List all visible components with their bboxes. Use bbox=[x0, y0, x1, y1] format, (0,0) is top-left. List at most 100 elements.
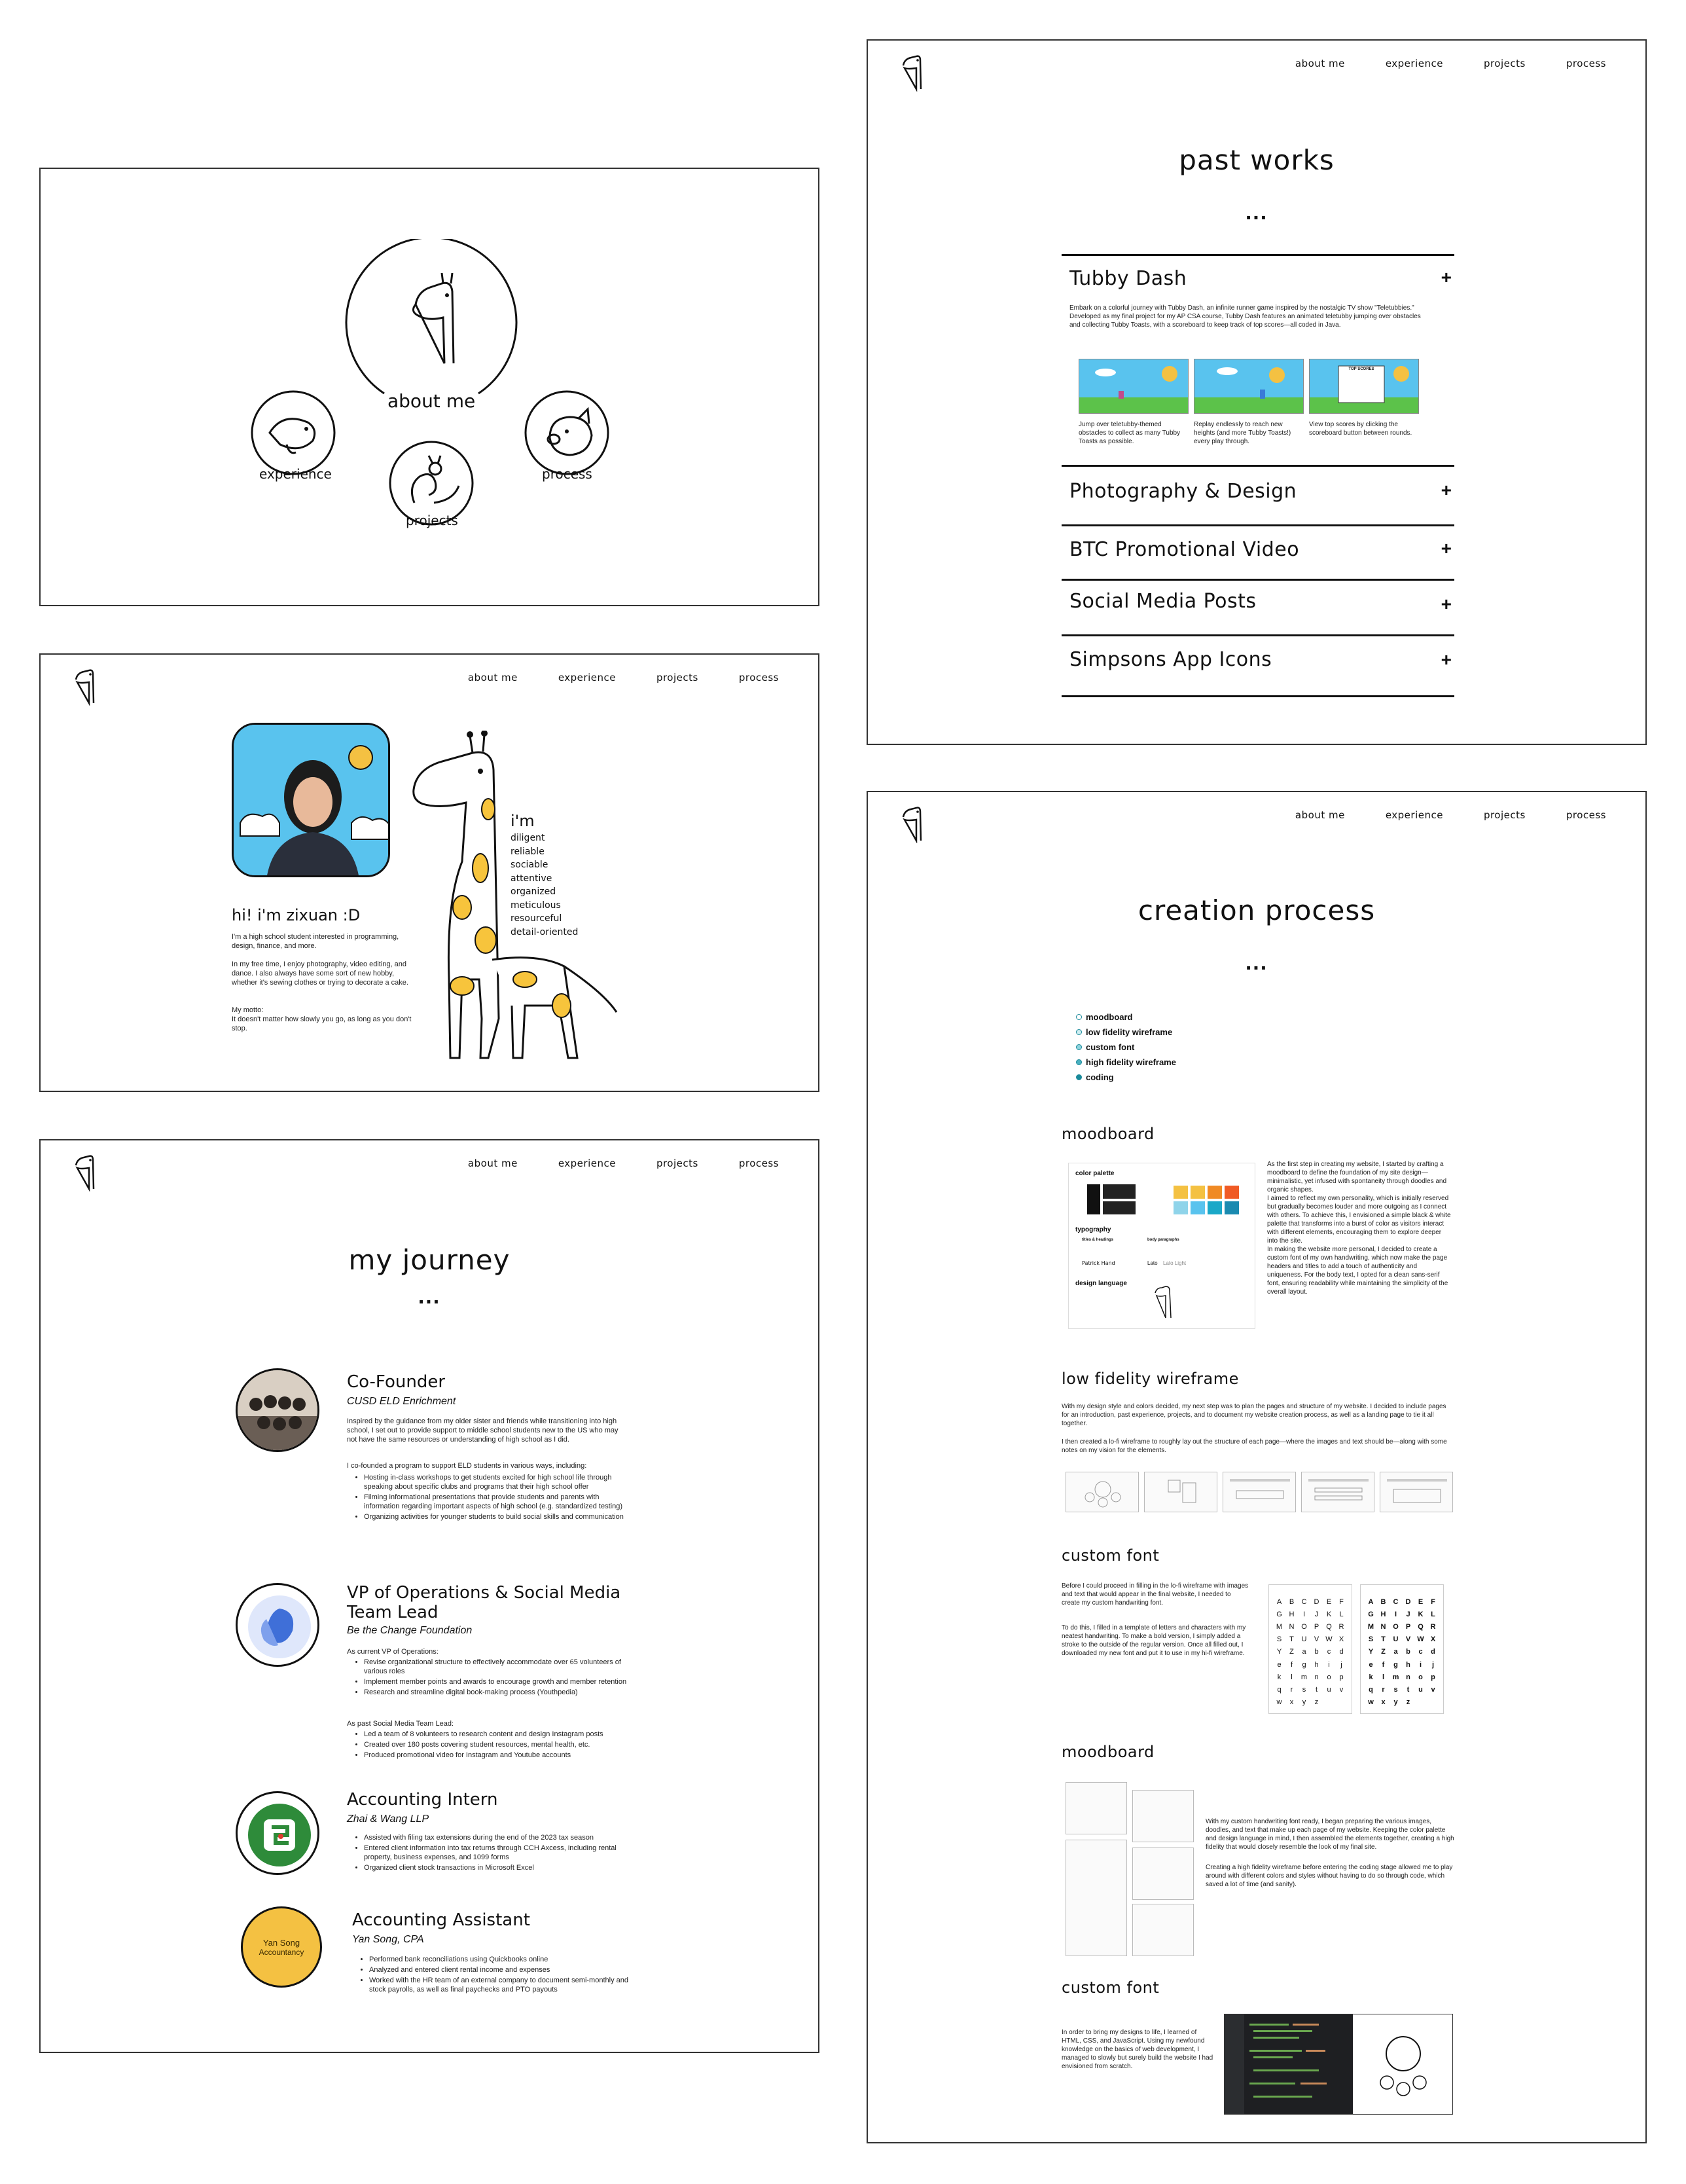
expand-plus-icon[interactable]: + bbox=[1441, 480, 1452, 501]
journey-dots: ... bbox=[418, 1284, 441, 1309]
hifi-thumb[interactable] bbox=[1132, 1904, 1194, 1956]
journey-title: my journey bbox=[348, 1244, 511, 1276]
nav-experience[interactable]: experience bbox=[1386, 809, 1443, 821]
screenshot-caption: Replay endlessly to reach new heights (a… bbox=[1194, 421, 1291, 445]
expand-plus-icon[interactable]: + bbox=[1441, 594, 1452, 615]
accordion-title[interactable]: Simpsons App Icons bbox=[1069, 648, 1272, 671]
tubby-screenshot bbox=[1194, 359, 1304, 414]
glyph-cell: K bbox=[1418, 1611, 1424, 1619]
nav-process[interactable]: process bbox=[739, 1157, 779, 1169]
glyph-cell: Q bbox=[1418, 1623, 1424, 1631]
hifi-thumb[interactable] bbox=[1066, 1782, 1127, 1834]
process-link[interactable] bbox=[524, 390, 610, 476]
giraffe-logo-icon[interactable] bbox=[73, 1152, 103, 1192]
giraffe-logo-icon[interactable] bbox=[901, 804, 931, 843]
glyph-cell: m bbox=[1392, 1673, 1399, 1681]
expand-plus-icon[interactable]: + bbox=[1441, 267, 1452, 288]
glyph-cell: u bbox=[1418, 1685, 1423, 1694]
nav-process[interactable]: process bbox=[739, 672, 779, 683]
nav-about[interactable]: about me bbox=[1295, 58, 1345, 69]
glyph-cell: F bbox=[1339, 1598, 1344, 1606]
nav-experience[interactable]: experience bbox=[558, 1157, 616, 1169]
nav-projects[interactable]: projects bbox=[1484, 809, 1526, 821]
accordion-title[interactable]: Photography & Design bbox=[1069, 480, 1297, 503]
tubby-screenshot bbox=[1079, 359, 1189, 414]
glyph-cell: h bbox=[1406, 1660, 1410, 1669]
accordion-item-social-media[interactable]: Social Media Posts + bbox=[1062, 581, 1454, 634]
nav-about[interactable]: about me bbox=[1295, 809, 1345, 821]
trait: resourceful bbox=[511, 913, 562, 924]
entry-role: VP of Operations & Social Media Team Lea… bbox=[347, 1583, 621, 1622]
nav-projects[interactable]: projects bbox=[656, 672, 698, 683]
about-me-link[interactable] bbox=[345, 236, 518, 412]
giraffe-logo-icon[interactable] bbox=[73, 666, 103, 706]
glyph-cell: s bbox=[1302, 1685, 1306, 1694]
glyph-cell: r bbox=[1290, 1685, 1293, 1694]
glyph-cell: H bbox=[1289, 1611, 1295, 1619]
toc-item[interactable]: high fidelity wireframe bbox=[1076, 1055, 1176, 1070]
glyph-cell: n bbox=[1314, 1673, 1319, 1681]
glyph-cell: h bbox=[1314, 1660, 1319, 1669]
nav-projects[interactable]: projects bbox=[1484, 58, 1526, 69]
accordion-item-simpsons[interactable]: Simpsons App Icons + bbox=[1062, 636, 1454, 695]
toc-item[interactable]: moodboard bbox=[1076, 1010, 1176, 1025]
giraffe-logo-icon[interactable] bbox=[901, 52, 931, 92]
hifi-thumb[interactable] bbox=[1132, 1847, 1194, 1900]
expand-plus-icon[interactable]: + bbox=[1441, 649, 1452, 670]
wireframe-thumb[interactable] bbox=[1066, 1472, 1139, 1512]
top-nav: about me experience projects process bbox=[41, 655, 818, 727]
nav-projects[interactable]: projects bbox=[656, 1157, 698, 1169]
accordion-item-tubby-dash[interactable]: Tubby Dash + Embark on a colorful journe… bbox=[1062, 254, 1454, 465]
hifi-thumb[interactable] bbox=[1132, 1790, 1194, 1842]
glyph-cell: J bbox=[1406, 1611, 1410, 1619]
projects-label[interactable]: projects bbox=[406, 513, 458, 528]
nav-process[interactable]: process bbox=[1566, 809, 1606, 821]
about-me-label[interactable]: about me bbox=[387, 390, 475, 412]
journey-panel: about me experience projects process my … bbox=[39, 1139, 819, 2053]
entry-org: CUSD ELD Enrichment bbox=[347, 1396, 456, 1407]
accordion-item-photography[interactable]: Photography & Design + bbox=[1062, 467, 1454, 524]
glyph-cell: I bbox=[1394, 1611, 1397, 1619]
toc-item[interactable]: custom font bbox=[1076, 1040, 1176, 1055]
accordion-title[interactable]: Tubby Dash bbox=[1069, 267, 1187, 290]
glyph-cell: L bbox=[1431, 1611, 1435, 1619]
accordion-title[interactable]: BTC Promotional Video bbox=[1069, 538, 1299, 561]
code-editor-screenshot bbox=[1224, 2014, 1453, 2115]
glyph-cell: a bbox=[1393, 1648, 1398, 1656]
glyph-cell: t bbox=[1315, 1685, 1318, 1694]
section-text: As the first step in creating my website… bbox=[1267, 1161, 1451, 1296]
font-template-1: ABCDEF GHIJKL MNOPQR STUVWX YZabcd efghi j k lmn… bbox=[1268, 1584, 1352, 1714]
entry-para: I co-founded a program to support ELD st… bbox=[347, 1462, 587, 1470]
glyph-cell: F bbox=[1431, 1598, 1435, 1606]
nav-experience[interactable]: experience bbox=[558, 672, 616, 683]
bullet: Entered client information into tax retu… bbox=[364, 1844, 634, 1862]
motto: It doesn't matter how slowly you go, as … bbox=[232, 1015, 412, 1032]
glyph-cell: i bbox=[1328, 1660, 1330, 1669]
nav-experience[interactable]: experience bbox=[1386, 58, 1443, 69]
experience-label[interactable]: experience bbox=[259, 466, 332, 482]
wireframe-thumb[interactable] bbox=[1144, 1472, 1217, 1512]
toc-item[interactable]: coding bbox=[1076, 1070, 1176, 1085]
entry-org: Yan Song, CPA bbox=[352, 1934, 424, 1945]
glyph-cell: d bbox=[1339, 1648, 1344, 1656]
nav-about[interactable]: about me bbox=[468, 672, 518, 683]
glyph-cell: a bbox=[1302, 1648, 1306, 1656]
expand-plus-icon[interactable]: + bbox=[1441, 538, 1452, 559]
nav-process[interactable]: process bbox=[1566, 58, 1606, 69]
toc-item[interactable]: low fidelity wireframe bbox=[1076, 1025, 1176, 1040]
hifi-thumb[interactable] bbox=[1066, 1840, 1127, 1956]
glyph-cell: c bbox=[1418, 1648, 1423, 1656]
wireframe-thumb[interactable] bbox=[1223, 1472, 1296, 1512]
process-label[interactable]: process bbox=[542, 466, 592, 482]
glyph-cell: P bbox=[1314, 1623, 1319, 1631]
accordion-item-btc-video[interactable]: BTC Promotional Video + bbox=[1062, 526, 1454, 579]
experience-link[interactable] bbox=[250, 390, 336, 476]
wireframe-thumb[interactable] bbox=[1301, 1472, 1374, 1512]
glyph-cell: L bbox=[1339, 1611, 1344, 1619]
nav-about[interactable]: about me bbox=[468, 1157, 518, 1169]
glyph-cell: D bbox=[1314, 1598, 1319, 1606]
glyph-cell: k bbox=[1277, 1673, 1282, 1681]
greeting: hi! i'm zixuan :D bbox=[232, 906, 361, 924]
wireframe-thumb[interactable] bbox=[1380, 1472, 1453, 1512]
accordion-title[interactable]: Social Media Posts bbox=[1069, 590, 1257, 613]
